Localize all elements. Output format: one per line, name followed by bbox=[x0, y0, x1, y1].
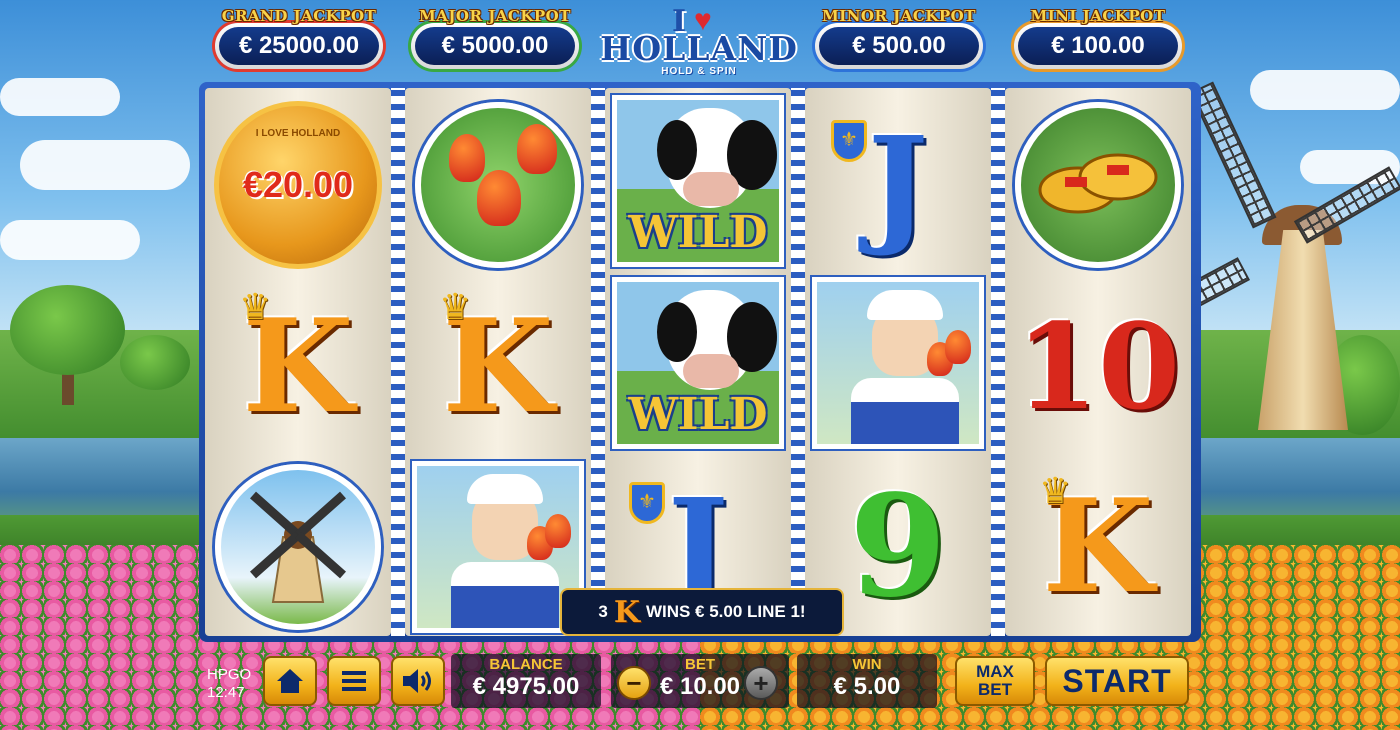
balance-label: BALANCE bbox=[489, 656, 563, 673]
symbol-number: 9 bbox=[849, 465, 947, 629]
cloud bbox=[0, 220, 140, 260]
cow-icon: WILD bbox=[612, 277, 784, 449]
reel-5-symbol-3: ♛ K bbox=[1009, 458, 1187, 636]
wild-label: WILD bbox=[628, 389, 768, 440]
grand-jackpot-value: € 25000.00 bbox=[219, 27, 379, 65]
home-icon bbox=[277, 669, 303, 693]
reel-4-symbol-2 bbox=[809, 274, 987, 452]
reel-3-symbol-2: WILD bbox=[609, 274, 787, 452]
menu-button[interactable] bbox=[327, 656, 381, 706]
home-button[interactable] bbox=[263, 656, 317, 706]
logo-subtitle: HOLD & SPIN bbox=[661, 66, 737, 77]
win-text: WINS € 5.00 LINE 1! bbox=[645, 602, 806, 621]
wild-label: WILD bbox=[628, 207, 768, 258]
girl-icon bbox=[812, 277, 984, 449]
reel-divider bbox=[391, 88, 405, 636]
reel-5-symbol-1 bbox=[1009, 96, 1187, 274]
major-jackpot-label: MAJOR JACKPOT bbox=[419, 7, 571, 25]
max-bet-button[interactable]: MAX BET bbox=[955, 656, 1035, 706]
win-label: WIN bbox=[852, 656, 882, 673]
reel-5-symbol-2: 10 bbox=[1009, 278, 1187, 456]
mini-jackpot-label: MINI JACKPOT bbox=[1030, 7, 1166, 25]
game-logo: I ♥ HOLLAND HOLD & SPIN bbox=[592, 4, 806, 77]
sound-button[interactable] bbox=[391, 656, 445, 706]
reel-1: I LOVE HOLLAND €20.00 ♛ K bbox=[205, 88, 391, 636]
crown-icon: ♛ bbox=[1039, 470, 1072, 511]
max-bet-label-line2: BET bbox=[978, 680, 1012, 699]
cloud bbox=[1250, 70, 1400, 110]
logo-title: HOLLAND bbox=[600, 29, 798, 68]
cloud bbox=[20, 140, 190, 190]
major-jackpot: € 5000.00 MAJOR JACKPOT bbox=[407, 5, 583, 71]
shield-icon: ⚜ bbox=[831, 120, 867, 162]
reel-2: ♛ K bbox=[405, 88, 591, 636]
reels-frame: I LOVE HOLLAND €20.00 ♛ K ♛ K WILD WILD … bbox=[199, 82, 1201, 642]
reel-2-symbol-1 bbox=[409, 96, 587, 274]
status-info: HPGO 12:47 bbox=[207, 666, 251, 702]
balance-panel: BALANCE € 4975.00 bbox=[451, 654, 601, 708]
reel-divider bbox=[791, 88, 805, 636]
tulip-icon bbox=[415, 102, 581, 268]
coin-icon: I LOVE HOLLAND €20.00 bbox=[214, 101, 382, 269]
reel-3-symbol-1: WILD bbox=[609, 92, 787, 270]
reel-3: WILD WILD ⚜ J bbox=[605, 88, 791, 636]
symbol-letter: J bbox=[867, 110, 929, 260]
speaker-icon bbox=[403, 669, 431, 693]
win-message: 3 K WINS € 5.00 LINE 1! bbox=[560, 588, 844, 636]
coin-value: €20.00 bbox=[242, 164, 354, 205]
reel-divider bbox=[591, 88, 605, 636]
major-jackpot-value: € 5000.00 bbox=[415, 27, 575, 65]
crown-icon: ♛ bbox=[439, 286, 472, 327]
control-bar: HPGO 12:47 BALANCE € 4975.00 BET € 10.00… bbox=[199, 650, 1201, 712]
tree bbox=[10, 285, 125, 375]
clock: 12:47 bbox=[207, 684, 245, 701]
reel-1-symbol-3 bbox=[209, 458, 387, 636]
reel-4-symbol-1: ⚜ J bbox=[809, 96, 987, 274]
reel-1-symbol-1: I LOVE HOLLAND €20.00 bbox=[209, 96, 387, 274]
increase-bet-button[interactable]: + bbox=[744, 666, 778, 700]
balance-value: € 4975.00 bbox=[472, 673, 580, 700]
brand-label: HPGO bbox=[207, 666, 252, 683]
win-value: € 5.00 bbox=[833, 673, 901, 700]
windmill-icon bbox=[215, 464, 381, 630]
max-bet-label-line1: MAX bbox=[976, 662, 1014, 681]
minor-jackpot-label: MINOR JACKPOT bbox=[822, 7, 976, 25]
shield-icon: ⚜ bbox=[629, 482, 665, 524]
crown-icon: ♛ bbox=[239, 286, 272, 327]
reel-4: ⚜ J 9 bbox=[805, 88, 991, 636]
reel-1-symbol-2: ♛ K bbox=[209, 278, 387, 456]
reel-2-symbol-2: ♛ K bbox=[409, 278, 587, 456]
clogs-icon bbox=[1015, 102, 1181, 268]
mini-jackpot: € 100.00 MINI JACKPOT bbox=[1010, 5, 1186, 71]
grand-jackpot-label: GRAND JACKPOT bbox=[221, 7, 377, 25]
tree bbox=[120, 335, 190, 390]
start-button[interactable]: START bbox=[1045, 656, 1189, 706]
cow-icon: WILD bbox=[612, 95, 784, 267]
coin-caption: I LOVE HOLLAND bbox=[255, 128, 341, 139]
cloud bbox=[0, 78, 120, 116]
minor-jackpot-value: € 500.00 bbox=[819, 27, 979, 65]
minor-jackpot: € 500.00 MINOR JACKPOT bbox=[811, 5, 987, 71]
grand-jackpot: € 25000.00 GRAND JACKPOT bbox=[211, 5, 387, 71]
symbol-number: 10 bbox=[1015, 297, 1181, 436]
menu-icon bbox=[342, 671, 366, 691]
win-count: 3 bbox=[598, 602, 608, 621]
reel-5: 10 ♛ K bbox=[1005, 88, 1191, 636]
win-symbol: K bbox=[613, 594, 640, 630]
win-panel: WIN € 5.00 bbox=[797, 654, 937, 708]
girl-icon bbox=[412, 461, 584, 633]
decrease-bet-button[interactable]: − bbox=[617, 666, 651, 700]
reel-divider bbox=[991, 88, 1005, 636]
mini-jackpot-value: € 100.00 bbox=[1018, 27, 1178, 65]
